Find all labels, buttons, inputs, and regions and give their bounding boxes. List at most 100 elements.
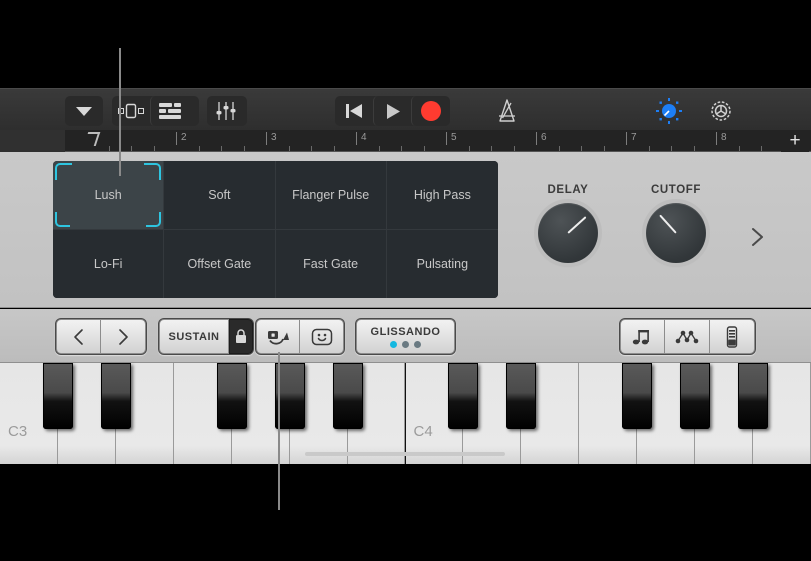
ruler-tick [604,146,605,151]
ruler-tick [131,146,132,151]
ruler-bar-number: 5 [446,132,457,145]
timeline-ruler[interactable]: 2 3 4 5 6 7 8 + [0,130,811,152]
view-toggle-group [112,96,199,126]
octave-arrows-group [55,318,147,355]
editor-view-icon[interactable] [150,96,188,126]
cutoff-knob-group: CUTOFF [628,184,724,263]
black-key[interactable] [100,363,131,429]
preset-grid: Lush Soft Flanger Pulse High Pass Lo-Fi Offse… [53,161,498,298]
key-label: C3 [8,423,28,440]
metronome-icon[interactable] [488,96,526,126]
callout-line-keyboard [278,352,280,510]
ruler-tick [694,146,695,151]
ruler-tick [739,146,740,151]
keyboard-control-bar: SUSTAIN GLISSANDO [0,309,811,363]
keyboard-scroll-indicator[interactable] [305,452,505,456]
glissando-group: GLISSANDO [355,318,456,355]
preset-cell[interactable]: Lo-Fi [53,229,165,298]
garageband-keyboard-screen: 2 3 4 5 6 7 8 + Lush Soft Flanger Pulse High Pass… [0,0,811,561]
sustain-group: SUSTAIN [158,318,254,355]
ruler-tick [109,146,110,151]
ruler-corner [0,130,65,152]
preset-cell[interactable]: Fast Gate [275,229,387,298]
ruler-tick [334,146,335,151]
navigation-group [65,96,103,126]
ruler-tick [649,146,650,151]
glissando-dot [402,340,409,348]
latch-group [255,318,345,355]
black-key[interactable] [448,363,479,429]
key-label: C4 [413,423,433,440]
add-section-button[interactable]: + [781,130,809,152]
keyboard-modes-group [619,318,756,355]
ruler-tick [401,146,402,151]
ruler-tick [514,146,515,151]
preset-cell[interactable]: Flanger Pulse [275,161,387,230]
black-key[interactable] [738,363,769,429]
preset-label: Lush [94,187,122,202]
octave-up-button[interactable] [101,319,146,354]
music-notes-icon[interactable] [620,319,665,354]
ruler-tick [289,146,290,151]
ruler-bar-number: 6 [536,132,547,145]
preset-label: Fast Gate [303,256,359,271]
ruler-tick [424,146,425,151]
arpeggiator-dots-icon[interactable] [665,319,710,354]
gear-icon[interactable] [702,96,740,126]
glissando-dot [414,340,421,348]
mixer-sliders-icon[interactable] [207,96,245,126]
velocity-slider-icon[interactable] [710,319,755,354]
preset-label: Offset Gate [187,256,252,271]
rewind-icon[interactable] [335,96,373,126]
chevron-down-icon[interactable] [65,96,103,126]
fx-knob-icon[interactable] [650,96,688,126]
black-key[interactable] [332,363,363,429]
ruler-bar-number: 8 [716,132,727,145]
glissando-button[interactable]: GLISSANDO [356,319,455,354]
preset-cell[interactable]: Lush [53,161,165,230]
transport-group [335,96,450,126]
preset-cell[interactable]: Pulsating [386,229,498,298]
delay-knob-group: DELAY [520,184,616,263]
cutoff-knob-pointer [659,214,677,234]
octave-down-button[interactable] [56,319,101,354]
callout-line-presets [119,48,121,176]
preset-label: Pulsating [416,256,469,271]
selection-corner [146,211,162,227]
ruler-tick [559,146,560,151]
toolbar [0,88,811,130]
black-key[interactable] [622,363,653,429]
delay-knob[interactable] [538,203,598,263]
lock-icon[interactable] [229,319,253,354]
sustain-latch-icon[interactable] [256,319,300,354]
cutoff-knob-label: CUTOFF [650,184,702,196]
ruler-tick [154,146,155,151]
play-icon[interactable] [373,96,411,126]
ruler-tick [671,146,672,151]
cutoff-knob[interactable] [646,203,706,263]
mixer-group [207,96,247,126]
piano-keyboard: C3 C4 [0,363,811,464]
black-key[interactable] [506,363,537,429]
playhead-marker[interactable] [83,132,101,146]
sustain-button[interactable]: SUSTAIN [159,319,229,354]
ruler-tick [244,146,245,151]
ruler-tick [581,146,582,151]
ruler-bar-number: 2 [176,132,187,145]
black-key[interactable] [42,363,73,429]
preset-cell[interactable]: Offset Gate [164,229,276,298]
ruler-tick [491,146,492,151]
preset-cell[interactable]: Soft [164,161,276,230]
ruler-bar-number: 7 [626,132,637,145]
preset-cell[interactable]: High Pass [386,161,498,230]
glissando-label: GLISSANDO [370,325,441,338]
delay-knob-label: DELAY [547,184,589,196]
tracks-view-icon[interactable] [112,96,150,126]
chevron-right-icon[interactable] [744,224,770,250]
smiley-face-icon[interactable] [300,319,344,354]
black-key[interactable] [216,363,247,429]
ruler-tick [379,146,380,151]
black-key[interactable] [680,363,711,429]
ruler-tick [311,146,312,151]
record-icon[interactable] [411,96,449,126]
